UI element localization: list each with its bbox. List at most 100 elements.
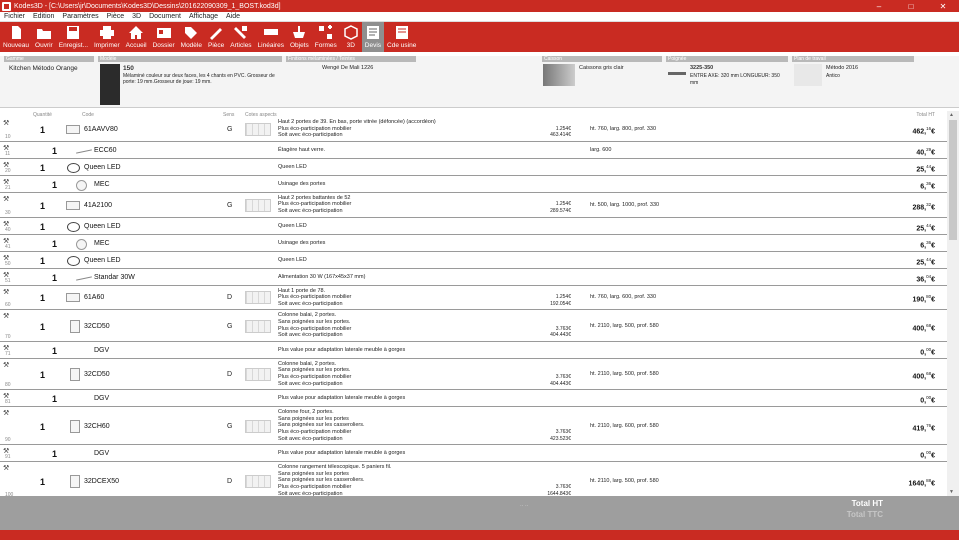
- menu-item-0[interactable]: Fichier: [0, 13, 29, 20]
- vertical-scrollbar[interactable]: ▲ ▼: [947, 111, 959, 496]
- article-code[interactable]: DGV: [94, 450, 109, 457]
- toolbar-objects-button[interactable]: Objets: [287, 22, 312, 52]
- table-row[interactable]: ⚒ 30 1 41A2100 G Haut 2 portes battantes de 5…: [0, 193, 947, 218]
- table-row[interactable]: ⚒ 10 1 61AAVV80 G Haut 2 portes de 39. En bas…: [0, 118, 947, 142]
- quantity-value[interactable]: 1: [52, 346, 57, 356]
- scroll-down-icon[interactable]: ▼: [949, 489, 954, 495]
- table-row[interactable]: ⚒ 90 1 32CH60 G Colonne four, 2 portes. Sans p…: [0, 408, 947, 446]
- toolbar-quote-button[interactable]: Devis: [361, 22, 385, 52]
- toolbar-cube-3d-button[interactable]: 3D: [340, 22, 362, 52]
- toolbar-model-tags-button[interactable]: Modèle: [178, 22, 205, 52]
- toolbar-new-document-button[interactable]: Nouveau: [0, 22, 32, 52]
- article-code[interactable]: Queen LED: [84, 257, 121, 264]
- menu-item-4[interactable]: 3D: [128, 13, 145, 20]
- close-icon[interactable]: ✕: [927, 0, 959, 12]
- quantity-value[interactable]: 1: [40, 125, 45, 135]
- cotes-aspect-thumbnail[interactable]: [245, 122, 271, 136]
- maximize-icon[interactable]: □: [895, 0, 927, 12]
- menu-item-3[interactable]: Pièce: [103, 13, 129, 20]
- article-code[interactable]: 32CH60: [84, 423, 110, 430]
- quantity-value[interactable]: 1: [40, 163, 45, 173]
- quantity-value[interactable]: 1: [40, 222, 45, 232]
- quantity-value[interactable]: 1: [40, 293, 45, 303]
- toolbar-room-button[interactable]: Pièce: [205, 22, 227, 52]
- table-row[interactable]: ⚒ 100 1 32DCEX50 D Colonne rangement télescop…: [0, 463, 947, 496]
- article-code[interactable]: ECC60: [94, 147, 117, 154]
- toolbar-factory-order-button[interactable]: Cde usine: [384, 22, 419, 52]
- cotes-aspect-thumbnail[interactable]: [245, 198, 271, 212]
- quantity-value[interactable]: 1: [40, 422, 45, 432]
- quantity-value[interactable]: 1: [52, 239, 57, 249]
- table-row[interactable]: ⚒ 81 1 DGV Plus value pour adaptation latera…: [0, 391, 947, 408]
- pin-icon[interactable]: ⚒: [3, 288, 9, 296]
- table-row[interactable]: ⚒ 70 1 32CD50 G Colonne balai, 2 portes. Sans …: [0, 311, 947, 342]
- toolbar-save-button[interactable]: Enregist...: [56, 22, 91, 52]
- article-code[interactable]: Queen LED: [84, 223, 121, 230]
- article-code[interactable]: MEC: [94, 240, 110, 247]
- quantity-value[interactable]: 1: [40, 370, 45, 380]
- menu-item-2[interactable]: Paramètres: [58, 13, 102, 20]
- cotes-aspect-thumbnail[interactable]: [245, 291, 271, 305]
- quantity-value[interactable]: 1: [52, 449, 57, 459]
- article-code[interactable]: 41A2100: [84, 202, 112, 209]
- cotes-aspect-thumbnail[interactable]: [245, 419, 271, 433]
- article-code[interactable]: DGV: [94, 395, 109, 402]
- article-code[interactable]: 32DCEX50: [84, 478, 119, 485]
- header-gamme[interactable]: Gamme Kitchen Método Orange: [4, 56, 94, 72]
- table-row[interactable]: ⚒ 41 1 MEC Usinage des portes 6,36€: [0, 235, 947, 252]
- article-code[interactable]: 32CD50: [84, 323, 110, 330]
- quantity-value[interactable]: 1: [40, 322, 45, 332]
- table-row[interactable]: ⚒ 71 1 DGV Plus value pour adaptation latera…: [0, 342, 947, 359]
- menu-item-5[interactable]: Document: [145, 13, 185, 20]
- toolbar-folder-card-button[interactable]: Dossier: [150, 22, 178, 52]
- pin-icon[interactable]: ⚒: [3, 361, 9, 369]
- header-modele[interactable]: Modèle 150 Mélaminé couleur sur deux fac…: [98, 56, 282, 108]
- table-row[interactable]: ⚒ 91 1 DGV Plus value pour adaptation latera…: [0, 446, 947, 463]
- table-row[interactable]: ⚒ 21 1 MEC Usinage des portes 6,36€: [0, 176, 947, 193]
- article-code[interactable]: DGV: [94, 347, 109, 354]
- table-row[interactable]: ⚒ 80 1 32CD50 D Colonne balai, 2 portes. Sans …: [0, 359, 947, 391]
- table-row[interactable]: ⚒ 51 1 Standar 30W Alimentation 30 W (167x45…: [0, 269, 947, 286]
- toolbar-articles-button[interactable]: Articles: [227, 22, 254, 52]
- quantity-value[interactable]: 1: [52, 273, 57, 283]
- toolbar-linear-button[interactable]: Linéaires: [255, 22, 287, 52]
- cotes-aspect-thumbnail[interactable]: [245, 474, 271, 488]
- quantity-value[interactable]: 1: [52, 146, 57, 156]
- cotes-aspect-thumbnail[interactable]: [245, 367, 271, 381]
- article-code[interactable]: Standar 30W: [94, 274, 135, 281]
- pin-icon[interactable]: ⚒: [3, 409, 9, 417]
- menu-item-1[interactable]: Edition: [29, 13, 58, 20]
- article-code[interactable]: 61AAVV80: [84, 126, 118, 133]
- quantity-value[interactable]: 1: [52, 180, 57, 190]
- header-finitions[interactable]: Finitions mélaminées / Teintes Wengé De …: [286, 56, 416, 72]
- header-plan[interactable]: Plan de travail Método 2016 Antico: [792, 56, 914, 108]
- article-code[interactable]: Queen LED: [84, 164, 121, 171]
- scrollbar-thumb[interactable]: [949, 120, 957, 240]
- pin-icon[interactable]: ⚒: [3, 312, 9, 320]
- toolbar-open-folder-button[interactable]: Ouvrir: [32, 22, 56, 52]
- minimize-icon[interactable]: –: [863, 0, 895, 12]
- cotes-aspect-thumbnail[interactable]: [245, 319, 271, 333]
- quantity-value[interactable]: 1: [52, 394, 57, 404]
- article-code[interactable]: MEC: [94, 181, 110, 188]
- table-row[interactable]: ⚒ 40 1 Queen LED Queen LED 25,44€: [0, 218, 947, 235]
- quantity-value[interactable]: 1: [40, 256, 45, 266]
- table-row[interactable]: ⚒ 60 1 61A60 D Haut 1 porte de 78. Plus éco-pa…: [0, 286, 947, 311]
- article-code[interactable]: 61A60: [84, 294, 104, 301]
- article-code[interactable]: 32CD50: [84, 371, 110, 378]
- table-row[interactable]: ⚒ 20 1 Queen LED Queen LED 25,44€: [0, 159, 947, 176]
- toolbar-home-button[interactable]: Accueil: [123, 22, 150, 52]
- menu-item-6[interactable]: Affichage: [185, 13, 222, 20]
- table-row[interactable]: ⚒ 11 1 ECC60 Étagère haut verre. larg. 600 40,…: [0, 142, 947, 159]
- toolbar-shapes-button[interactable]: Formes: [312, 22, 340, 52]
- pin-icon[interactable]: ⚒: [3, 195, 9, 203]
- quantity-value[interactable]: 1: [40, 477, 45, 487]
- quantity-value[interactable]: 1: [40, 201, 45, 211]
- scroll-up-icon[interactable]: ▲: [949, 112, 954, 118]
- table-row[interactable]: ⚒ 50 1 Queen LED Queen LED 25,44€: [0, 252, 947, 269]
- toolbar-print-button[interactable]: Imprimer: [91, 22, 123, 52]
- menu-item-7[interactable]: Aide: [222, 13, 244, 20]
- header-caisson[interactable]: Caisson Caissons gris clair: [542, 56, 662, 108]
- header-poignee[interactable]: Poignée 3225-350 ENTRE AXE: 320 mm LONGU…: [666, 56, 788, 108]
- pin-icon[interactable]: ⚒: [3, 464, 9, 472]
